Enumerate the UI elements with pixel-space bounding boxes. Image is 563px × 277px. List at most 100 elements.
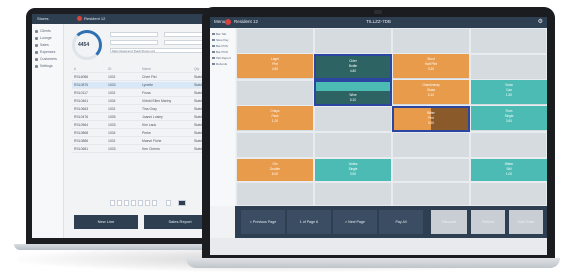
product-card-selected[interactable]: Wine 5.20 (314, 80, 392, 106)
cell: Kim Lauk (142, 123, 157, 127)
sidebar-item-label: Clients (40, 29, 51, 33)
table-row[interactable]: RSL0117 1001 Fiona Stable (72, 90, 214, 97)
grid-cell[interactable] (392, 132, 470, 158)
sidebar-item[interactable]: Bar POS (212, 44, 228, 48)
cell: RSL0886 (74, 139, 89, 143)
sidebar-item[interactable]: Tab Report (212, 56, 231, 60)
cell: Fiona (142, 91, 151, 95)
page-button[interactable] (152, 200, 157, 206)
camera-notch (374, 10, 382, 14)
product-card-selected[interactable]: Cider Bottle 4.80 (314, 54, 392, 80)
back-store-name: Resident 12 (84, 16, 106, 21)
grid-cell[interactable] (314, 28, 392, 54)
product-price: 3.50 (349, 171, 357, 176)
page-button[interactable] (166, 200, 171, 206)
sidebar-item[interactable]: Bar POS (212, 50, 228, 54)
grid-cell[interactable] (392, 158, 470, 182)
new-line-button[interactable]: New Line (74, 215, 138, 229)
cell: RSL0875 (74, 83, 89, 87)
grid-cell[interactable] (236, 182, 314, 206)
sidebar-item[interactable]: Clients (35, 29, 51, 33)
product-card-selected[interactable]: Bitter Pint 3.90 (392, 106, 470, 132)
table-row[interactable]: RSL0681 1003 Ken Cheres Stable (72, 146, 214, 153)
grid-cell[interactable] (470, 54, 547, 80)
page-go-button[interactable] (178, 200, 186, 206)
cell: Lynette (142, 83, 153, 87)
sidebar-item[interactable]: Expenses (35, 50, 55, 54)
product-card[interactable]: Water Still 1.00 (471, 159, 547, 181)
cell: 1001 (108, 91, 116, 95)
page-button[interactable] (131, 200, 136, 206)
menu-dot-icon (35, 29, 38, 33)
product-card[interactable]: Stout Half Pint 3.20 (393, 54, 469, 78)
page-button[interactable] (117, 200, 122, 206)
table-row[interactable]: RSL0868 1004 Perke Stable (72, 130, 214, 137)
page-indicator-button[interactable]: 1 of Page 6 (287, 210, 331, 234)
product-card[interactable]: Lager Pint 4.50 (237, 54, 313, 78)
table-row[interactable]: RSL0476 1005 Joanni Lusley Stable (72, 114, 214, 121)
form-field[interactable] (110, 40, 158, 45)
grid-cell[interactable] (470, 132, 547, 158)
grid-cell[interactable] (314, 132, 392, 158)
sidebar-item[interactable]: Bar Tab (212, 32, 226, 36)
page-button[interactable] (138, 200, 143, 206)
table-row[interactable]: RSL0886 1001 Maevri Fiche Stable (72, 138, 214, 145)
product-sub: Glass (426, 87, 436, 92)
front-laptop-base (186, 258, 560, 268)
sidebar-item[interactable]: Customers (35, 57, 57, 61)
product-card[interactable]: Chardonnay Glass 6.10 (393, 80, 469, 104)
product-card[interactable]: Soda Can 1.50 (471, 80, 547, 104)
grid-cell[interactable] (392, 182, 470, 206)
grid-cell[interactable] (236, 28, 314, 54)
form-field[interactable]: Mars Road and Toadi Shops Ltd (110, 48, 214, 53)
grid-cell[interactable] (236, 132, 314, 158)
grid-cell[interactable] (470, 28, 547, 54)
menu-dot-icon (35, 57, 38, 61)
table-row[interactable]: RSL6086 1001 Cheri Flei Stable (72, 74, 214, 81)
front-laptop: Menu Resident 12 TILLZZ-7DB ⚙ Bar Tab Sl… (202, 7, 555, 261)
sidebar-item-label: Sales (40, 43, 49, 47)
grid-cell[interactable] (236, 80, 314, 106)
sidebar-item-label: Bar Tab (216, 32, 227, 36)
table-row[interactable]: RSL0461 1004 Virfold Ellen Mariny Stable (72, 98, 214, 105)
grid-cell[interactable] (314, 106, 392, 132)
product-card[interactable]: Rum Single 3.60 (471, 106, 547, 130)
cell: 1004 (108, 99, 116, 103)
front-titlebar: Menu Resident 12 TILLZZ-7DB ⚙ (210, 17, 547, 28)
gear-icon[interactable]: ⚙ (538, 18, 543, 25)
cell: RSL6086 (74, 75, 89, 79)
sidebar-item[interactable]: Settings (35, 64, 53, 68)
sidebar-item[interactable]: Slow Pay (212, 38, 229, 42)
cell: RSL0564 (74, 123, 89, 127)
menu-dot-icon (35, 36, 38, 40)
refund-button[interactable]: Refund (471, 210, 505, 234)
page-button[interactable] (124, 200, 129, 206)
product-sub: Pint (272, 61, 278, 66)
product-card[interactable]: Vodka Single 3.50 (315, 159, 391, 181)
grid-cell[interactable] (314, 182, 392, 206)
page-button[interactable] (110, 200, 115, 206)
next-page-button[interactable]: > Next Page (333, 210, 377, 234)
previous-page-button[interactable]: < Previous Page (241, 210, 285, 234)
discount-button[interactable]: Discount (431, 210, 467, 234)
product-sub: Bottle (348, 63, 358, 68)
product-card[interactable]: Gin Double 6.00 (237, 159, 313, 181)
product-sub: Can (506, 87, 512, 92)
page-button[interactable] (145, 200, 150, 206)
sidebar-item[interactable]: Sales (35, 43, 49, 47)
sidebar-item[interactable]: Refunds (212, 62, 227, 66)
table-row[interactable]: RSL0663 1001 Tina Gray Stable (72, 106, 214, 113)
void-order-button[interactable]: Void Order (509, 210, 543, 234)
table-row-selected[interactable]: RSL0875 1003 Lynette Stable (72, 82, 214, 89)
table-row[interactable]: RSL0564 1003 Kim Lauk Stable (72, 122, 214, 129)
menu-dot-icon (212, 44, 215, 48)
pay-all-button[interactable]: Pay All (379, 210, 423, 234)
product-price: 3.60 (505, 118, 513, 123)
cell: 1003 (108, 83, 116, 87)
product-price: 6.00 (271, 171, 279, 176)
form-field[interactable] (110, 32, 158, 37)
product-card[interactable]: Crisps Pack 1.20 (237, 106, 313, 130)
sidebar-item[interactable]: Lounge (35, 36, 52, 40)
grid-cell[interactable] (470, 182, 547, 206)
grid-cell[interactable] (392, 28, 470, 54)
